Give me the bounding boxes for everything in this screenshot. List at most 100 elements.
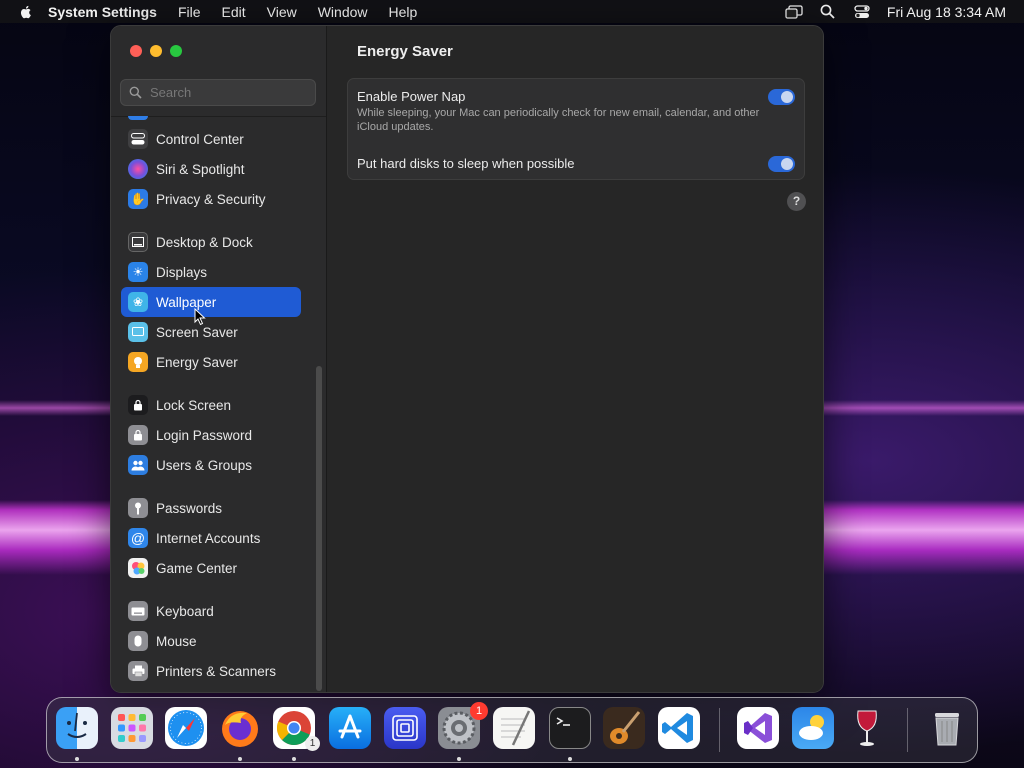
mouse-icon [128, 631, 148, 651]
dock-separator [719, 708, 720, 752]
sidebar-item-internet-accounts[interactable]: @ Internet Accounts [121, 523, 301, 553]
terminal-icon[interactable] [549, 707, 591, 749]
sidebar-item-screen-saver[interactable]: Screen Saver [121, 317, 301, 347]
menu-bar-clock[interactable]: Fri Aug 18 3:34 AM [887, 4, 1006, 20]
screen-saver-icon [128, 322, 148, 342]
sidebar-item-label: Keyboard [156, 603, 214, 619]
key-icon [128, 498, 148, 518]
close-button[interactable] [130, 45, 142, 57]
menu-help[interactable]: Help [389, 4, 418, 20]
sidebar-item-label: Privacy & Security [156, 191, 266, 207]
window-controls [130, 45, 182, 57]
power-nap-title: Enable Power Nap [357, 89, 466, 104]
sun-icon: ☀ [128, 262, 148, 282]
screen-mirroring-status-icon[interactable] [785, 4, 803, 20]
sidebar-item-login-password[interactable]: Login Password [121, 420, 301, 450]
flower-icon: ❀ [128, 292, 148, 312]
sidebar-item-printers-scanners[interactable]: Printers & Scanners [121, 656, 301, 686]
menu-view[interactable]: View [267, 4, 297, 20]
sidebar-item-game-center[interactable]: Game Center [121, 553, 301, 583]
weather-icon[interactable] [792, 707, 834, 749]
at-icon: @ [128, 528, 148, 548]
sidebar-item-label: Screen Saver [156, 324, 238, 340]
sidebar-item-users-groups[interactable]: Users & Groups [121, 450, 301, 480]
sidebar-item-control-center[interactable]: Control Center [121, 124, 301, 154]
spotlight-search-icon[interactable] [819, 4, 837, 20]
menu-edit[interactable]: Edit [222, 4, 246, 20]
printer-icon [128, 661, 148, 681]
sidebar-item-label: Lock Screen [156, 397, 232, 413]
chrome-running-indicator [292, 757, 296, 761]
dock-icon [128, 232, 148, 252]
sidebar-item-wallpaper[interactable]: ❀ Wallpaper [121, 287, 301, 317]
mouse-cursor-icon [194, 308, 206, 326]
sidebar-item-label: Energy Saver [156, 354, 238, 370]
login-lock-icon [128, 425, 148, 445]
search-input[interactable] [148, 84, 302, 101]
sidebar-item-label: Siri & Spotlight [156, 161, 245, 177]
hard-disks-title: Put hard disks to sleep when possible [357, 156, 575, 171]
search-field[interactable] [120, 79, 316, 106]
system-settings-running-indicator [457, 757, 461, 761]
finder-running-indicator [75, 757, 79, 761]
sidebar-item-passwords[interactable]: Passwords [121, 493, 301, 523]
sidebar-item-keyboard[interactable]: Keyboard [121, 596, 301, 626]
zoom-button[interactable] [170, 45, 182, 57]
sidebar-item-privacy-security[interactable]: ✋ Privacy & Security [121, 184, 301, 214]
dock-separator-trash [907, 708, 908, 752]
terminal-running-indicator [568, 757, 572, 761]
system-settings-window: Control Center Siri & Spotlight ✋ Privac… [110, 25, 824, 693]
system-settings-badge: 1 [470, 702, 488, 720]
power-nap-description: While sleeping, your Mac can periodicall… [357, 107, 760, 133]
keyboard-icon [128, 601, 148, 621]
sidebar-item-label: Users & Groups [156, 457, 253, 473]
hand-icon: ✋ [128, 189, 148, 209]
scrolled-item-fragment [128, 116, 148, 120]
control-center-status-icon[interactable] [853, 4, 871, 20]
control-center-icon [128, 129, 148, 149]
menu-app-name[interactable]: System Settings [48, 4, 157, 20]
menu-window[interactable]: Window [318, 4, 368, 20]
garageband-icon[interactable] [603, 707, 645, 749]
textedit-icon[interactable] [493, 707, 535, 749]
menu-bar: System Settings File Edit View Window He… [0, 0, 1024, 23]
sidebar-item-label: Internet Accounts [156, 530, 261, 546]
sidebar-item-energy-saver[interactable]: Energy Saver [121, 347, 301, 377]
bulb-icon [128, 352, 148, 372]
content-pane: Energy Saver Enable Power Nap While slee… [327, 26, 823, 692]
menu-file[interactable]: File [178, 4, 201, 20]
sidebar-item-label: Login Password [156, 427, 253, 443]
sidebar-item-mouse[interactable]: Mouse [121, 626, 301, 656]
game-center-icon [128, 558, 148, 578]
sidebar-item-siri-spotlight[interactable]: Siri & Spotlight [121, 154, 301, 184]
minimize-button[interactable] [150, 45, 162, 57]
help-button[interactable]: ? [787, 192, 806, 211]
power-nap-toggle[interactable] [768, 89, 795, 105]
apple-icon[interactable] [18, 4, 34, 20]
vscode-icon[interactable] [658, 707, 700, 749]
screen-mirroring-icon[interactable] [384, 707, 426, 749]
firefox-running-indicator [238, 757, 242, 761]
sidebar-item-label: Wallpaper [156, 294, 217, 310]
finder-icon[interactable] [56, 707, 98, 749]
hard-disks-toggle[interactable] [768, 156, 795, 172]
sidebar-item-label: Displays [156, 264, 208, 280]
search-icon [129, 86, 142, 99]
visual-studio-icon[interactable] [737, 707, 779, 749]
sidebar-item-displays[interactable]: ☀ Displays [121, 257, 301, 287]
energy-settings-group: Enable Power Nap While sleeping, your Ma… [347, 78, 805, 180]
sidebar-item-lock-screen[interactable]: Lock Screen [121, 390, 301, 420]
launchpad-icon[interactable] [111, 707, 153, 749]
siri-icon [128, 159, 148, 179]
trash-icon[interactable] [926, 707, 968, 749]
sidebar-item-desktop-dock[interactable]: Desktop & Dock [121, 227, 301, 257]
dock: 1 1 [46, 697, 978, 763]
firefox-icon[interactable] [219, 707, 261, 749]
wine-icon[interactable] [846, 707, 888, 749]
sidebar: Control Center Siri & Spotlight ✋ Privac… [111, 26, 327, 692]
app-store-icon[interactable] [329, 707, 371, 749]
sidebar-scrollbar[interactable] [316, 366, 322, 691]
safari-icon[interactable] [165, 707, 207, 749]
sidebar-item-label: Printers & Scanners [156, 663, 277, 679]
lock-icon [128, 395, 148, 415]
